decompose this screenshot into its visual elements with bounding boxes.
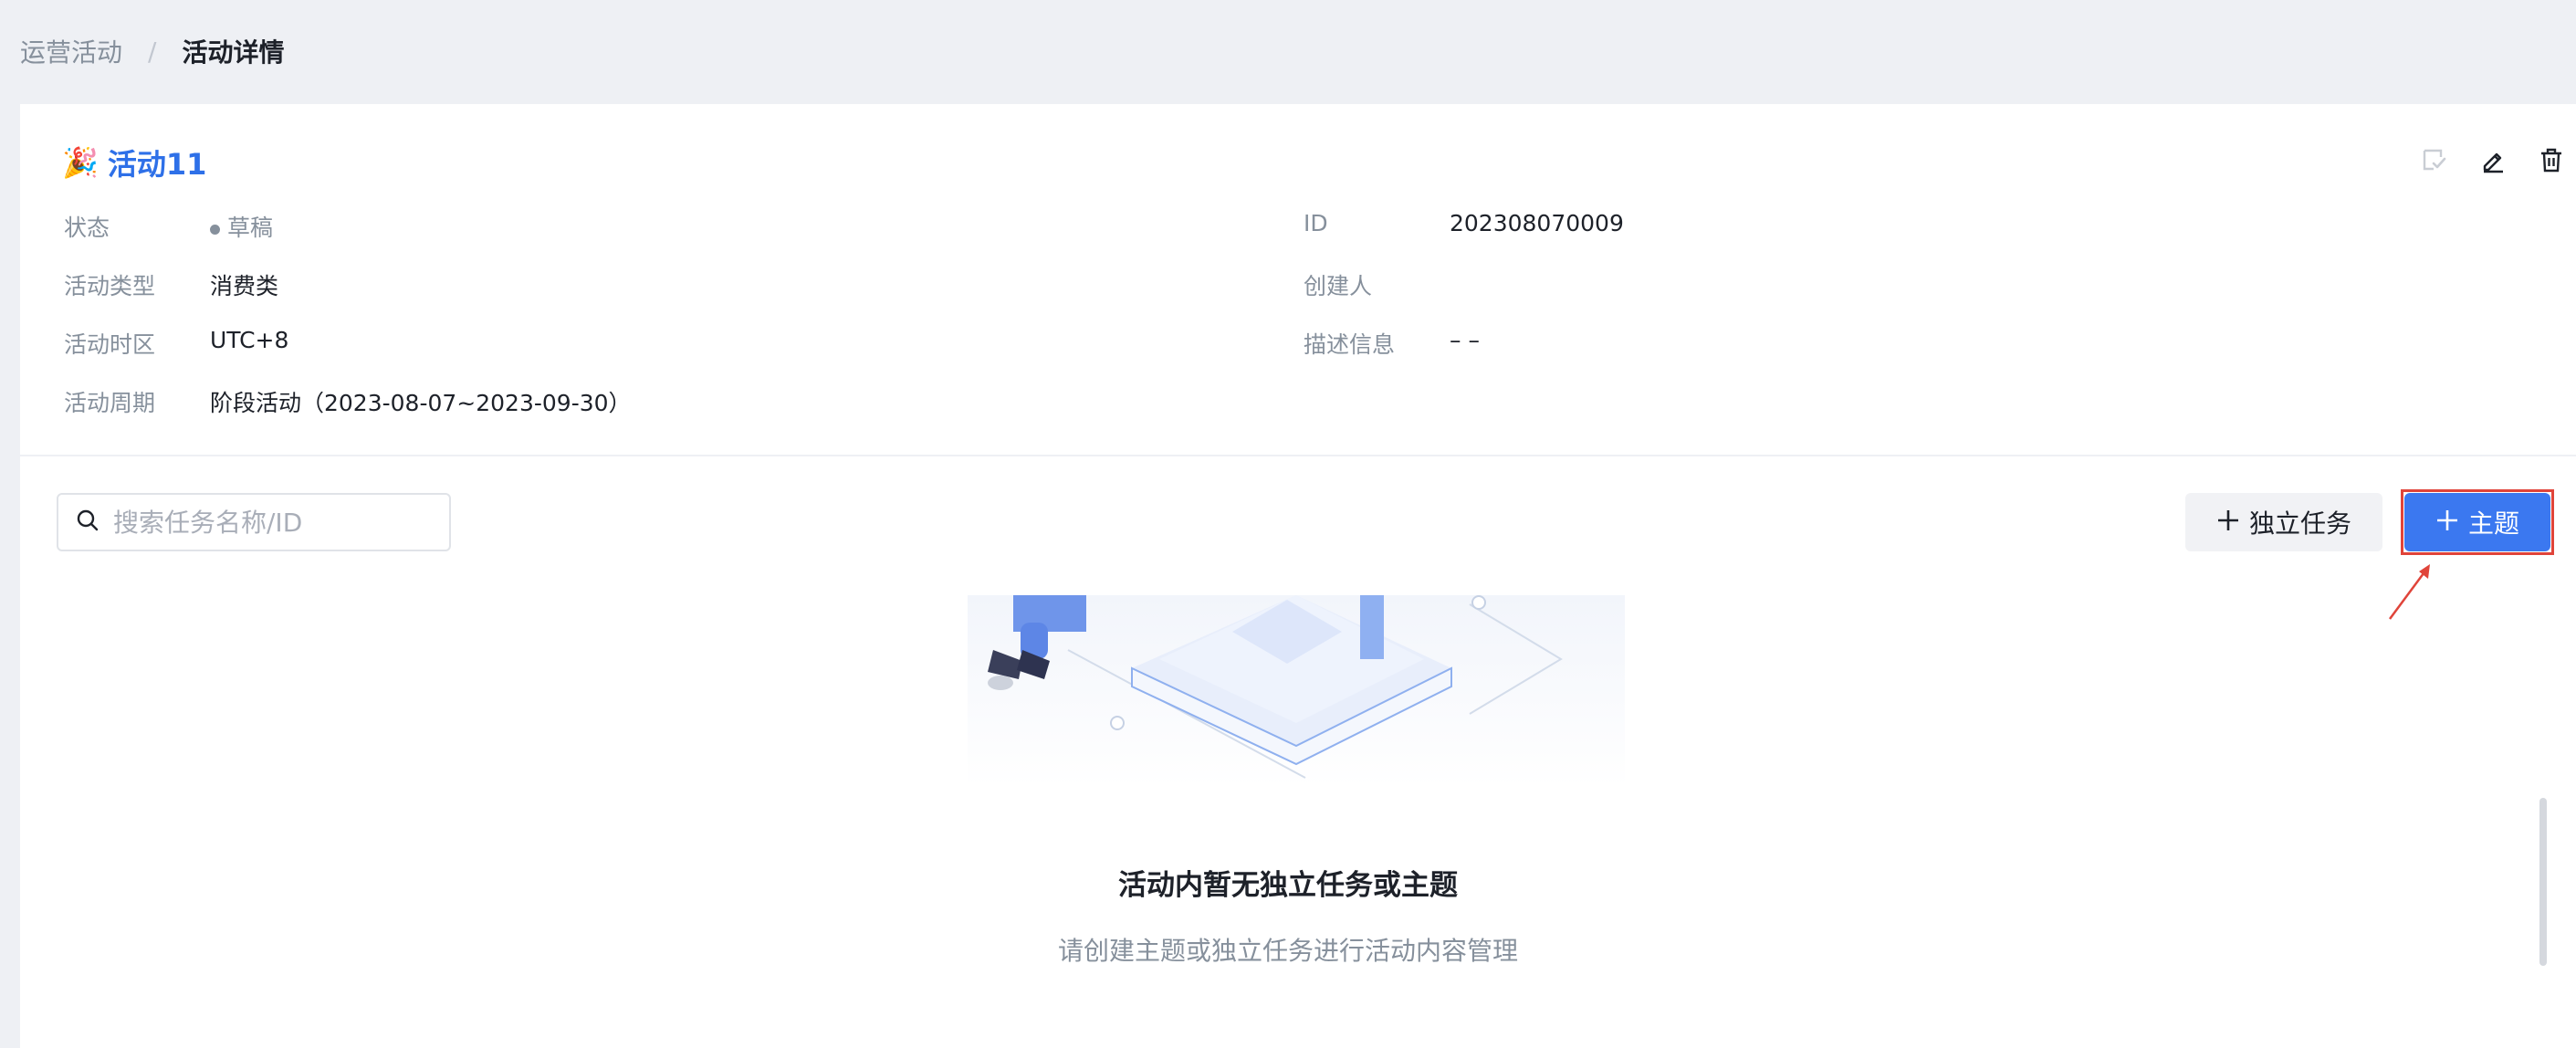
activity-actions	[2419, 144, 2567, 175]
search-box[interactable]	[57, 493, 451, 551]
scrollbar[interactable]	[2539, 798, 2547, 966]
field-label-type: 活动类型	[64, 273, 156, 299]
breadcrumb-parent-link[interactable]: 运营活动	[20, 33, 122, 69]
status-badge: 草稿	[210, 210, 273, 243]
empty-state-description: 请创建主题或独立任务进行活动内容管理	[1057, 936, 1518, 966]
field-value-id: 202308070009	[1450, 210, 1624, 236]
field-label-period: 活动周期	[64, 390, 156, 416]
field-label-creator: 创建人	[1304, 273, 1373, 299]
empty-state-title: 活动内暂无独立任务或主题	[1118, 869, 1458, 902]
breadcrumb-separator: /	[148, 36, 157, 67]
highlight-box	[2401, 489, 2554, 555]
breadcrumb: 运营活动 / 活动详情	[20, 33, 284, 69]
add-independent-task-label: 独立任务	[2248, 508, 2351, 539]
field-label-id: ID	[1304, 210, 1328, 236]
delete-icon[interactable]	[2536, 144, 2567, 175]
activity-title-row: 🎉 活动11	[62, 142, 206, 183]
checkmark-icon[interactable]	[2419, 144, 2450, 175]
add-independent-task-button[interactable]: 独立任务	[2185, 493, 2382, 551]
arrow-icon	[2382, 559, 2437, 628]
search-input[interactable]	[113, 507, 414, 538]
status-dot	[210, 224, 220, 235]
field-label-description: 描述信息	[1304, 331, 1396, 358]
search-icon	[75, 508, 100, 537]
field-label-status: 状态	[64, 215, 110, 241]
activity-title: 活动11	[107, 147, 207, 182]
status-value: 草稿	[227, 215, 274, 241]
party-popper-icon: 🎉	[62, 145, 99, 180]
field-label-timezone: 活动时区	[64, 331, 156, 358]
field-value-type: 消费类	[210, 273, 279, 299]
field-value-timezone: UTC+8	[210, 327, 289, 353]
edit-icon[interactable]	[2477, 144, 2508, 175]
field-value-description: – –	[1450, 327, 1480, 353]
empty-state-illustration	[958, 595, 1625, 787]
plus-icon	[2216, 507, 2240, 538]
breadcrumb-current: 活动详情	[182, 37, 285, 68]
field-value-period: 阶段活动（2023-08-07~2023-09-30）	[210, 390, 632, 416]
